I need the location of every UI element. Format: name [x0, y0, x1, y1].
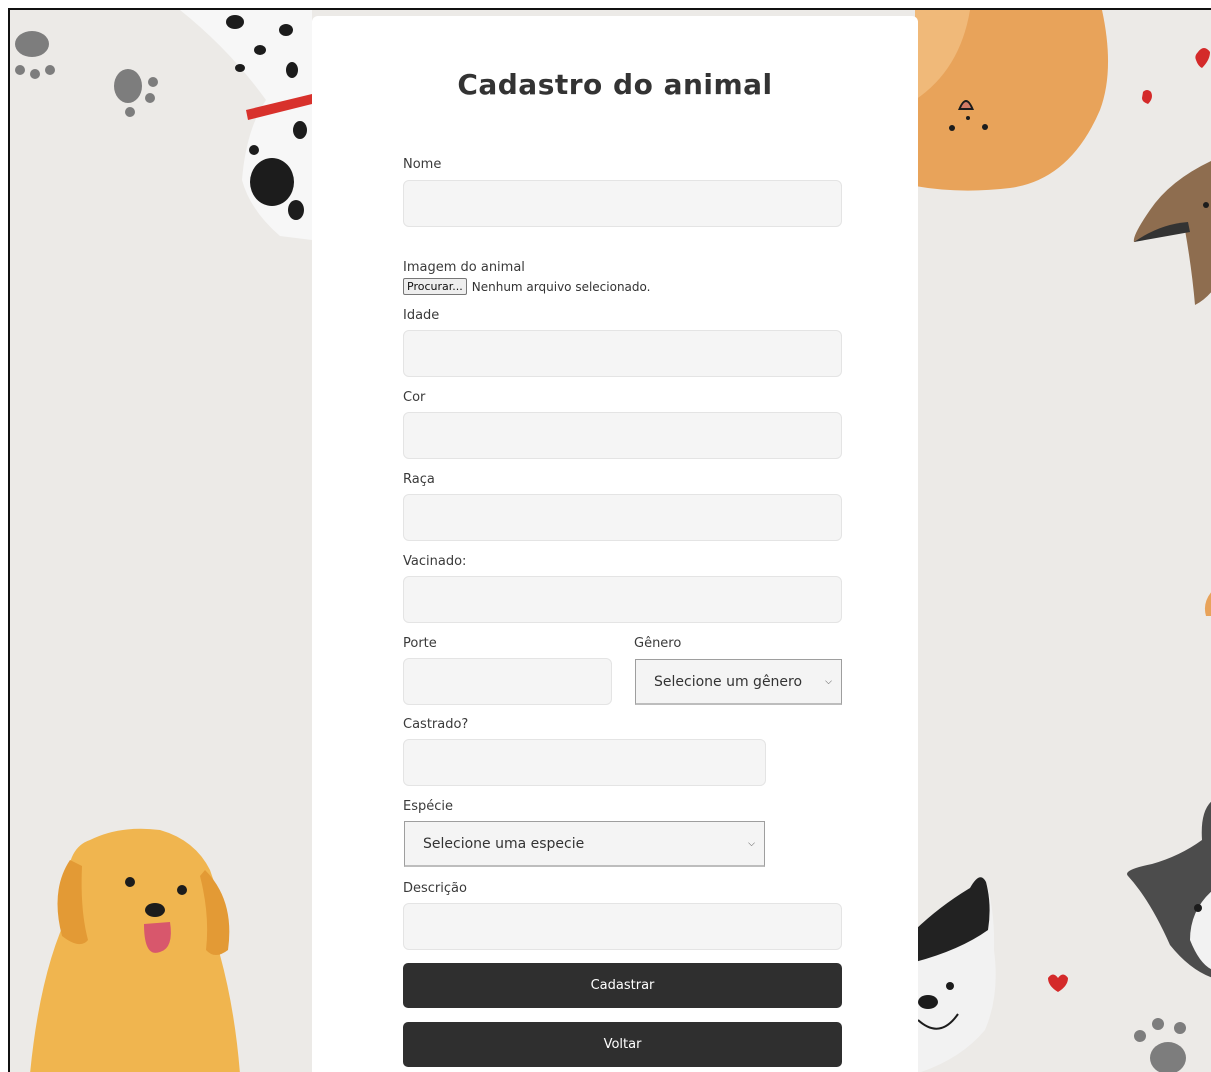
cor-input[interactable]	[403, 412, 842, 459]
porte-input[interactable]	[403, 658, 612, 705]
raca-input[interactable]	[403, 494, 842, 541]
imagem-label: Imagem do animal	[403, 260, 525, 275]
idade-label: Idade	[403, 308, 440, 323]
chevron-down-icon: ⌵	[825, 676, 832, 687]
idade-input[interactable]	[403, 330, 842, 377]
file-input: Procurar... Nenhum arquivo selecionado.	[403, 278, 650, 295]
page-background: Cadastro do animal Nome Imagem do animal…	[8, 8, 1211, 1072]
especie-select[interactable]: Selecione uma especie ⌵	[404, 821, 765, 867]
descricao-label: Descrição	[403, 881, 467, 896]
dog-illustration	[1133, 160, 1211, 305]
cor-label: Cor	[403, 390, 426, 405]
cat-illustration	[1127, 801, 1211, 978]
castrado-label: Castrado?	[403, 717, 469, 732]
raca-label: Raça	[403, 472, 435, 487]
especie-selected-value: Selecione uma especie	[423, 835, 585, 852]
genero-select[interactable]: Selecione um gênero ⌵	[635, 659, 842, 705]
paw-print-icon	[1134, 1018, 1186, 1072]
cat-illustration	[915, 877, 996, 1072]
chevron-down-icon: ⌵	[748, 838, 755, 849]
genero-label: Gênero	[634, 636, 682, 651]
especie-label: Espécie	[403, 799, 453, 814]
dog-illustration	[915, 10, 1109, 191]
nome-input[interactable]	[403, 180, 842, 227]
dog-illustration	[30, 828, 240, 1072]
heart-icon	[1142, 90, 1152, 104]
browse-file-button[interactable]: Procurar...	[403, 278, 467, 295]
voltar-button[interactable]: Voltar	[403, 1022, 842, 1067]
dog-illustration	[180, 10, 312, 240]
page-title: Cadastro do animal	[457, 68, 773, 101]
paw-print-icon	[15, 31, 55, 79]
castrado-input[interactable]	[403, 739, 766, 786]
paw-print-icon	[114, 69, 158, 117]
cadastrar-button[interactable]: Cadastrar	[403, 963, 842, 1008]
heart-icon	[1048, 974, 1068, 992]
porte-label: Porte	[403, 636, 437, 651]
genero-selected-value: Selecione um gênero	[654, 673, 803, 690]
file-status-text: Nenhum arquivo selecionado.	[471, 279, 651, 294]
form-card: Cadastro do animal Nome Imagem do animal…	[312, 16, 918, 1072]
vacinado-label: Vacinado:	[403, 554, 467, 569]
vacinado-input[interactable]	[403, 576, 842, 623]
nome-label: Nome	[403, 157, 442, 172]
heart-icon	[1195, 48, 1210, 68]
descricao-input[interactable]	[403, 903, 842, 950]
